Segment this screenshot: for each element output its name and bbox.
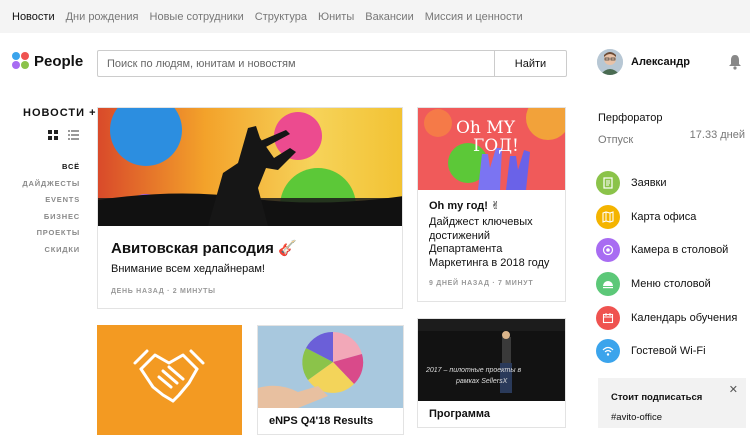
oh-my-image-text-1: Oh MY (456, 118, 515, 138)
nav-news[interactable]: Новости (12, 11, 55, 23)
filter-projects[interactable]: ПРОЕКТЫ (22, 228, 80, 245)
subscribe-channel[interactable]: #avito-office (611, 412, 662, 423)
oh-my-image-text-2: ГОД! (473, 136, 519, 156)
link-training-calendar[interactable]: Календарь обучения (596, 301, 737, 335)
user-profile[interactable]: Александр (597, 49, 690, 75)
vacation-label: Отпуск (598, 134, 634, 146)
filter-events[interactable]: EVENTS (22, 195, 80, 212)
search-button[interactable]: Найти (494, 51, 566, 76)
filter-discounts[interactable]: СКИДКИ (22, 245, 80, 262)
link-canteen-camera[interactable]: Камера в столовой (596, 233, 737, 267)
news-filters: ВСЁ ДАЙДЖЕСТЫ EVENTS БИЗНЕС ПРОЕКТЫ СКИД… (22, 162, 80, 261)
avatar (597, 49, 623, 75)
card-title: Авитовская рапсодия 🎸 (111, 240, 297, 257)
logo[interactable]: People (12, 52, 83, 70)
news-card-program[interactable]: 2017 – пилотные проекты в рамках Sellers… (417, 318, 566, 428)
program-image-text-1: 2017 – пилотные проекты в (426, 367, 522, 374)
filter-digests[interactable]: ДАЙДЖЕСТЫ (22, 179, 80, 196)
filter-all[interactable]: ВСЁ (22, 162, 80, 179)
news-card-oh-my-god[interactable]: Oh MY ГОД! Oh my год! ✌ Дайджест ключевы… (417, 107, 566, 302)
vacation-value: 17.33 дней (689, 129, 745, 141)
card-text: Внимание всем хедлайнерам! (111, 263, 265, 275)
news-heading[interactable]: НОВОСТИ + (23, 107, 97, 119)
grid-view-icon[interactable] (48, 130, 58, 140)
handshake-image (97, 325, 242, 435)
logo-dots-icon (12, 52, 30, 70)
card-meta: ДЕНЬ НАЗАД · 2 МИНУТЫ (111, 288, 216, 295)
search-input[interactable] (98, 51, 494, 76)
concert-image (98, 108, 402, 226)
logo-text: People (34, 52, 84, 70)
news-card-enps[interactable]: eNPS Q4'18 Results (257, 325, 404, 435)
program-image: 2017 – пилотные проекты в рамках Sellers… (418, 319, 565, 401)
nav-new-employees[interactable]: Новые сотрудники (150, 11, 244, 23)
link-requests[interactable]: Заявки (596, 166, 737, 200)
requests-icon (596, 170, 620, 195)
close-icon[interactable]: ✕ (729, 383, 738, 396)
link-guest-wifi[interactable]: Гостевой Wi-Fi (596, 334, 737, 368)
link-office-map[interactable]: Карта офиса (596, 200, 737, 234)
menu-icon (596, 271, 620, 296)
bell-icon[interactable] (728, 54, 742, 70)
program-image-text-2: рамках SellersX (456, 378, 508, 385)
subscribe-widget: ✕ Стоит подписаться #avito-office (598, 378, 746, 428)
subscribe-title: Стоит подписаться (611, 392, 703, 403)
widget-title: Перфоратор (598, 112, 663, 124)
card-title: eNPS Q4'18 Results (269, 415, 374, 427)
wifi-icon (596, 339, 620, 364)
link-canteen-menu[interactable]: Меню столовой (596, 267, 737, 301)
quick-links: Заявки Карта офиса Камера в столовой Мен… (596, 166, 737, 368)
oh-my-image: Oh MY ГОД! (418, 108, 565, 190)
user-name: Александр (631, 56, 690, 68)
nav-birthdays[interactable]: Дни рождения (66, 11, 139, 23)
map-icon (596, 204, 620, 229)
nav-structure[interactable]: Структура (255, 11, 307, 23)
enps-image (258, 326, 403, 408)
news-card-handshake[interactable] (97, 325, 242, 435)
filter-business[interactable]: БИЗНЕС (22, 212, 80, 229)
news-card-rhapsody[interactable]: Авитовская рапсодия 🎸 Внимание всем хедл… (97, 107, 403, 309)
card-text: Дайджест ключевых достижений Департамент… (429, 216, 550, 269)
calendar-icon (596, 305, 620, 330)
card-title: Oh my год! ✌ (429, 200, 501, 212)
top-nav: Новости Дни рождения Новые сотрудники Ст… (0, 0, 750, 33)
nav-vacancies[interactable]: Вакансии (365, 11, 414, 23)
view-toggle (48, 130, 79, 140)
card-title: Программа (429, 408, 491, 420)
card-meta: 9 ДНЕЙ НАЗАД · 7 МИНУТ (429, 280, 534, 287)
nav-units[interactable]: Юниты (318, 11, 354, 23)
search-bar: Найти (97, 50, 567, 77)
camera-icon (596, 238, 620, 263)
nav-mission[interactable]: Миссия и ценности (425, 11, 523, 23)
list-view-icon[interactable] (68, 130, 79, 140)
